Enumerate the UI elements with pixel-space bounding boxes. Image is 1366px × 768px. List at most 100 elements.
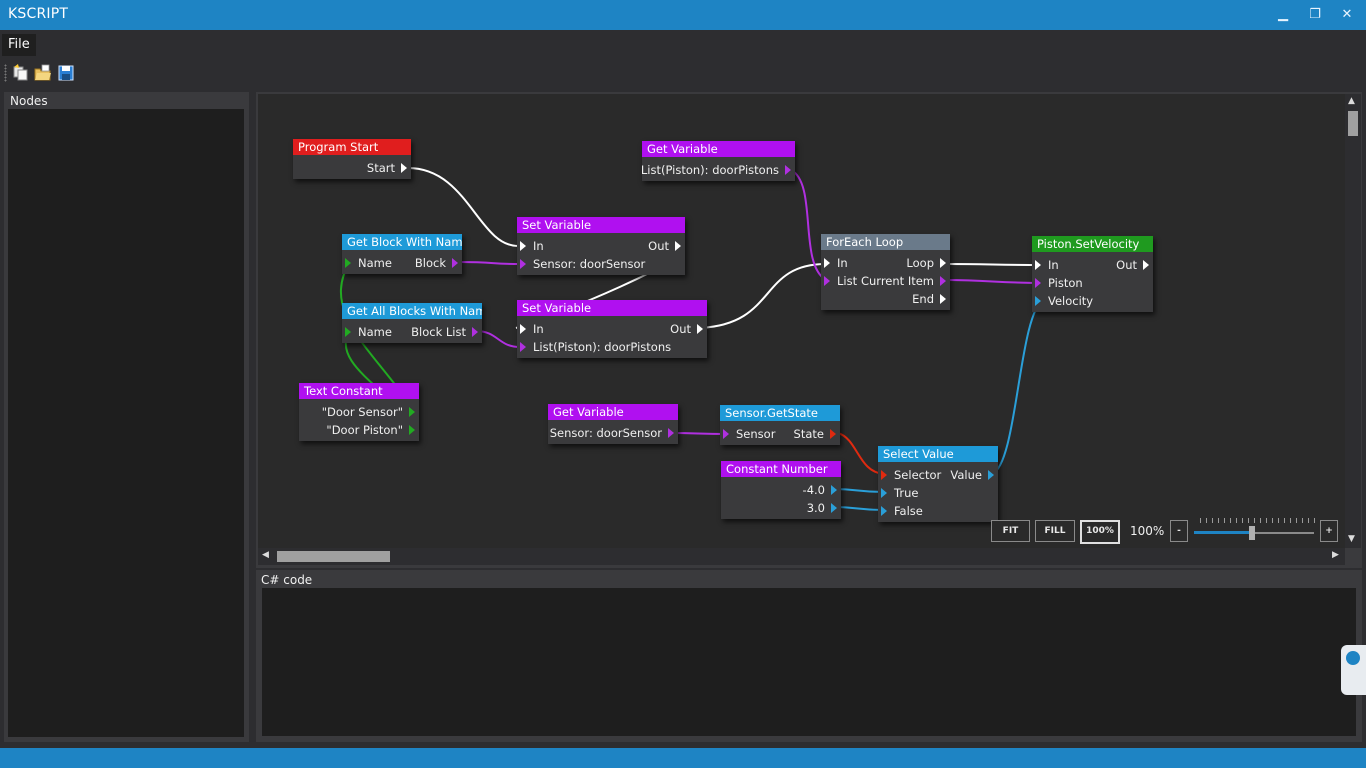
wire-setvar2-to-foreach (699, 263, 827, 329)
zoom-fill-button[interactable]: FILL (1035, 520, 1075, 542)
zoom-out-button[interactable]: - (1170, 520, 1188, 542)
node-set-variable-sensor[interactable]: Set Variable In Out Sensor: doorSensor (517, 217, 685, 275)
block-out-pin[interactable] (452, 258, 458, 268)
exec-out-pin[interactable] (1143, 260, 1149, 270)
toolbar-grip[interactable] (4, 64, 7, 82)
code-output[interactable] (262, 588, 1356, 736)
text-out-pin-1[interactable] (409, 407, 415, 417)
nodes-panel: Nodes (4, 92, 249, 742)
node-constant-number[interactable]: Constant Number -4.0 3.0 (721, 461, 841, 519)
exec-in-pin[interactable] (520, 324, 526, 334)
node-title: Set Variable (517, 300, 707, 316)
pin-label-in: In (837, 256, 848, 270)
number-value-1: -4.0 (802, 483, 825, 497)
zoom-100-button[interactable]: 100% (1080, 520, 1120, 544)
open-folder-icon[interactable] (34, 64, 52, 82)
minimize-button[interactable]: ▁ (1270, 4, 1296, 26)
exec-out-pin[interactable] (697, 324, 703, 334)
zoom-level-label: 100% (1130, 524, 1165, 538)
horizontal-scrollbar[interactable]: ◀ ▶ (258, 548, 1345, 565)
pin-label-velocity: Velocity (1048, 294, 1094, 308)
node-title: Program Start (293, 139, 411, 155)
zoom-in-button[interactable]: + (1320, 520, 1338, 542)
sensor-in-pin[interactable] (723, 429, 729, 439)
number-out-pin-2[interactable] (831, 503, 837, 513)
pin-label-in: In (533, 239, 544, 253)
current-item-out-pin[interactable] (940, 276, 946, 286)
status-bar (0, 748, 1366, 768)
scroll-up-icon[interactable]: ▲ (1348, 96, 1355, 106)
wire-blocklist-to-list (475, 330, 521, 348)
end-out-pin[interactable] (940, 294, 946, 304)
loop-out-pin[interactable] (940, 258, 946, 268)
list-in-pin[interactable] (824, 276, 830, 286)
name-in-pin[interactable] (345, 258, 351, 268)
selector-in-pin[interactable] (881, 470, 887, 480)
node-text-constant[interactable]: Text Constant "Door Sensor" "Door Piston… (299, 383, 419, 441)
exec-in-pin[interactable] (1035, 260, 1041, 270)
close-button[interactable]: ✕ (1334, 4, 1360, 26)
pin-label-out: Out (1116, 258, 1137, 272)
text-value-door-sensor: "Door Sensor" (321, 405, 403, 419)
list-in-pin[interactable] (520, 342, 526, 352)
pin-label-end: End (912, 292, 934, 306)
new-node-icon[interactable] (12, 64, 30, 82)
node-get-variable-pistons[interactable]: Get Variable List(Piston): doorPistons (641, 141, 795, 181)
text-value-door-piston: "Door Piston" (326, 423, 403, 437)
save-icon[interactable] (57, 64, 75, 82)
file-menu[interactable]: File (2, 34, 36, 56)
code-panel: C# code (256, 570, 1362, 742)
pin-label-sensor: Sensor: doorSensor (533, 257, 646, 271)
vertical-scroll-thumb[interactable] (1348, 111, 1358, 136)
false-in-pin[interactable] (881, 506, 887, 516)
pin-label-piston: Piston (1048, 276, 1083, 290)
nodes-list[interactable] (8, 109, 244, 737)
node-title: ForEach Loop (821, 234, 950, 250)
vertical-scrollbar[interactable]: ▲ ▼ (1345, 94, 1361, 548)
node-piston-set-velocity[interactable]: Piston.SetVelocity In Out Piston Velocit… (1032, 236, 1153, 312)
name-in-pin[interactable] (345, 327, 351, 337)
list-out-pin[interactable] (785, 165, 791, 175)
exec-out-pin[interactable] (675, 241, 681, 251)
node-select-value[interactable]: Select Value Selector Value True False (878, 446, 998, 522)
pin-label-list: List(Piston): doorPistons (533, 340, 672, 354)
node-title: Select Value (878, 446, 998, 462)
node-foreach-loop[interactable]: ForEach Loop In Loop List Current Item E… (821, 234, 950, 310)
scroll-down-icon[interactable]: ▼ (1348, 534, 1355, 544)
pin-label-true: True (894, 486, 919, 500)
horizontal-scroll-thumb[interactable] (277, 551, 390, 562)
wire-foreach-to-piston (945, 263, 1045, 266)
node-sensor-get-state[interactable]: Sensor.GetState Sensor State (720, 405, 840, 445)
scroll-left-icon[interactable]: ◀ (262, 550, 269, 560)
node-title: Get Variable (642, 141, 795, 157)
pin-label-list: List (837, 274, 858, 288)
exec-in-pin[interactable] (520, 241, 526, 251)
teamviewer-tab[interactable] (1341, 645, 1366, 695)
restore-button[interactable]: ❐ (1302, 4, 1328, 26)
velocity-in-pin[interactable] (1035, 296, 1041, 306)
node-get-block-with-name[interactable]: Get Block With Name Name Block (342, 234, 462, 274)
number-out-pin-1[interactable] (831, 485, 837, 495)
true-in-pin[interactable] (881, 488, 887, 498)
pin-label-in: In (1048, 258, 1059, 272)
scroll-right-icon[interactable]: ▶ (1332, 550, 1339, 560)
sensor-out-pin[interactable] (668, 428, 674, 438)
block-list-out-pin[interactable] (472, 327, 478, 337)
state-out-pin[interactable] (830, 429, 836, 439)
zoom-fit-button[interactable]: FIT (991, 520, 1030, 542)
exec-out-pin[interactable] (401, 163, 407, 173)
node-get-variable-sensor[interactable]: Get Variable Sensor: doorSensor (548, 404, 678, 444)
piston-in-pin[interactable] (1035, 278, 1041, 288)
sensor-in-pin[interactable] (520, 259, 526, 269)
exec-in-pin[interactable] (824, 258, 830, 268)
code-panel-header: C# code (261, 573, 313, 587)
node-set-variable-pistons[interactable]: Set Variable In Out List(Piston): doorPi… (517, 300, 707, 358)
node-title: Piston.SetVelocity (1032, 236, 1153, 252)
zoom-slider-fill (1194, 531, 1254, 534)
text-out-pin-2[interactable] (409, 425, 415, 435)
graph-canvas[interactable]: Program Start Start Get Block With Name … (258, 94, 1345, 548)
node-program-start[interactable]: Program Start Start (293, 139, 411, 179)
zoom-slider-thumb[interactable] (1249, 526, 1255, 540)
value-out-pin[interactable] (988, 470, 994, 480)
node-get-all-blocks-with-name[interactable]: Get All Blocks With Name Name Block List (342, 303, 482, 343)
